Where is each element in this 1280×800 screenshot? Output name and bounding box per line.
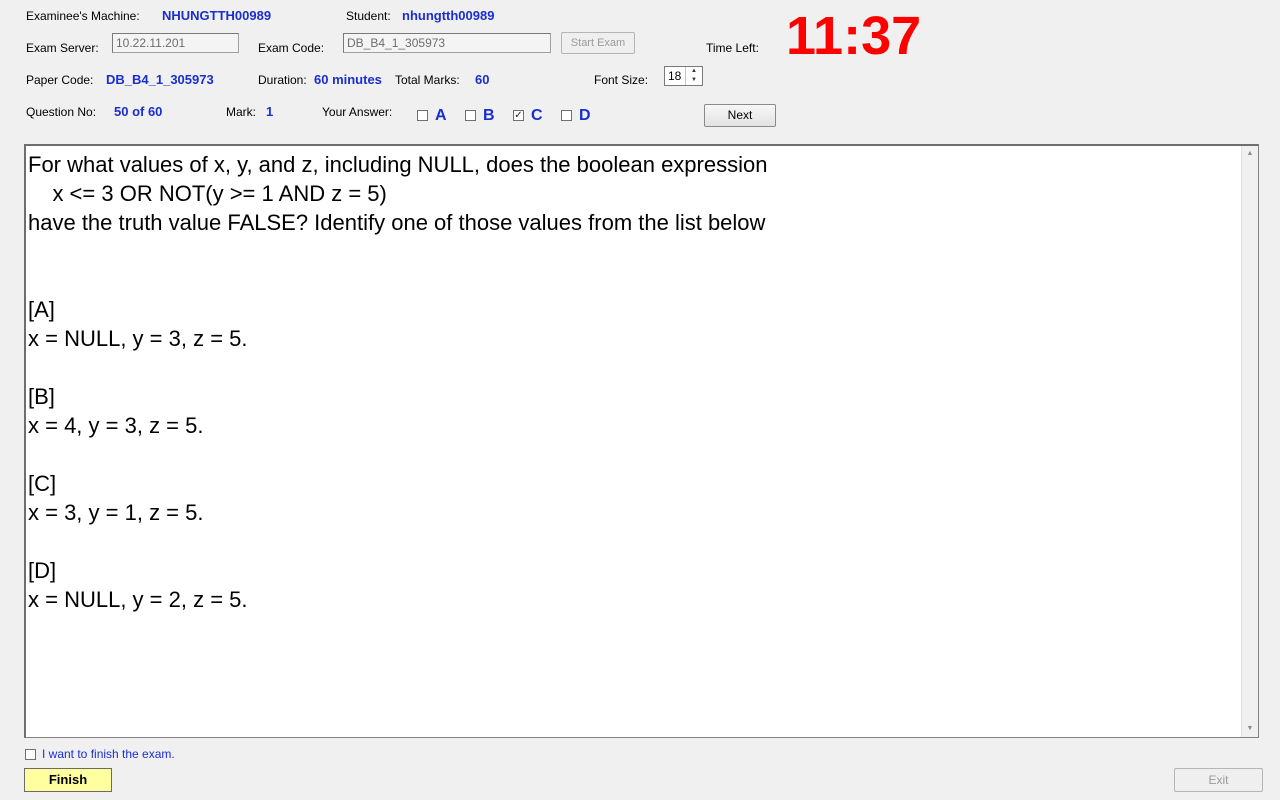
duration-label: Duration: [258,73,307,87]
your-answer-label: Your Answer: [322,105,393,119]
exam-server-label: Exam Server: [26,41,99,55]
question-text: For what values of x, y, and z, includin… [28,152,768,612]
duration-value: 60 minutes [314,72,382,87]
exam-code-label: Exam Code: [258,41,325,55]
answer-d-label[interactable]: D [579,107,591,125]
answer-c-label[interactable]: C [531,107,543,125]
answer-a-label[interactable]: A [435,107,447,125]
mark-label: Mark: [226,105,256,119]
paper-code-value: DB_B4_1_305973 [106,72,214,87]
exam-server-field[interactable]: 10.22.11.201 [112,33,239,53]
font-size-value: 18 [668,69,682,83]
student-label: Student: [346,9,391,23]
total-marks-value: 60 [475,72,490,87]
answer-d-checkbox[interactable] [561,110,572,121]
paper-code-label: Paper Code: [26,73,94,87]
start-exam-button[interactable]: Start Exam [561,32,635,54]
student-value: nhungtth00989 [402,8,495,23]
answer-c-checkbox[interactable]: ✓ [513,110,524,121]
answer-b-checkbox[interactable] [465,110,476,121]
machine-value: NHUNGTTH00989 [162,8,272,23]
spin-up-icon[interactable]: ▲ [686,67,702,76]
next-button[interactable]: Next [704,104,776,127]
scroll-up-icon[interactable]: ▲ [1242,146,1258,162]
finish-button[interactable]: Finish [24,768,112,792]
question-panel[interactable]: For what values of x, y, and z, includin… [24,144,1259,738]
scroll-down-icon[interactable]: ▼ [1242,721,1258,737]
font-size-spinner[interactable]: 18 ▲ ▼ [664,66,703,86]
font-size-arrows[interactable]: ▲ ▼ [685,67,702,85]
question-no-value: 50 of 60 [114,104,163,119]
question-no-label: Question No: [26,105,97,119]
answer-a-checkbox[interactable] [417,110,428,121]
question-scrollbar[interactable]: ▲ ▼ [1241,146,1258,737]
finish-exam-checkbox-label[interactable]: I want to finish the exam. [42,747,175,761]
mark-value: 1 [266,104,274,119]
time-left-label: Time Left: [706,41,759,55]
finish-exam-checkbox[interactable] [25,749,36,760]
answer-b-label[interactable]: B [483,107,495,125]
total-marks-label: Total Marks: [395,73,460,87]
exit-button[interactable]: Exit [1174,768,1263,792]
time-left-value: 11:37 [786,6,922,66]
checkmark-icon: ✓ [514,110,523,121]
spin-down-icon[interactable]: ▼ [686,76,702,85]
exam-code-field[interactable]: DB_B4_1_305973 [343,33,551,53]
machine-label: Examinee's Machine: [26,9,140,23]
font-size-label: Font Size: [594,73,649,87]
